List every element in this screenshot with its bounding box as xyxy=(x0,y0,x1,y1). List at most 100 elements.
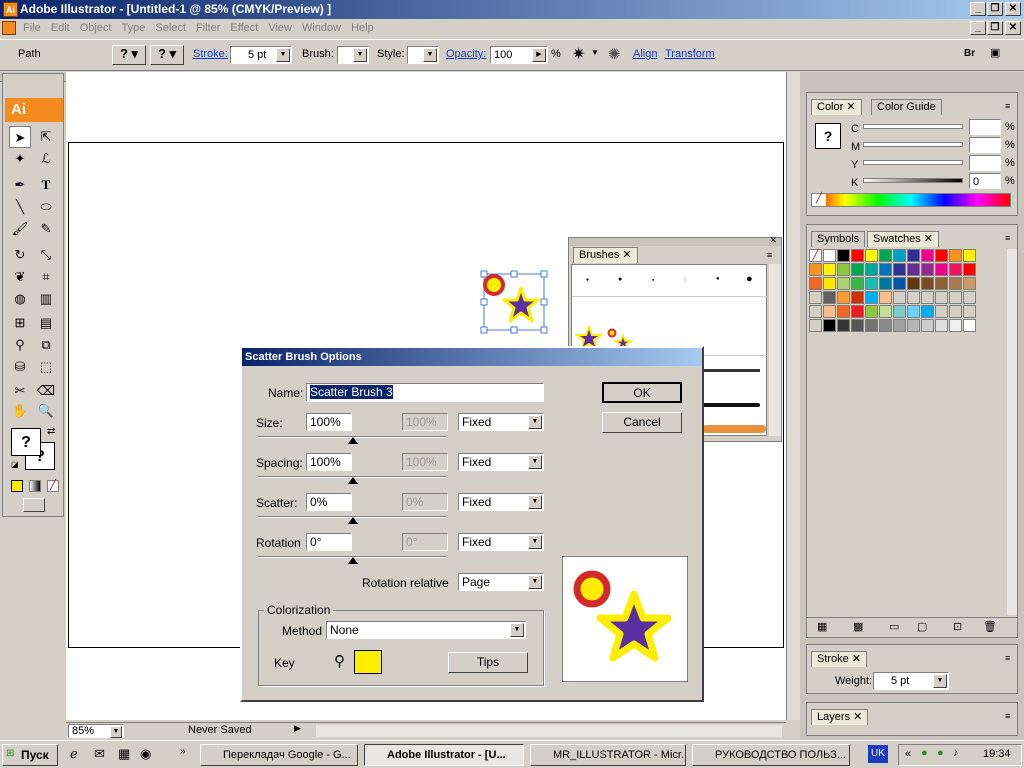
transform-link[interactable]: Transform xyxy=(665,48,715,60)
brushes-scrollbar[interactable] xyxy=(769,264,781,436)
live-paint-selection-tool-icon[interactable]: ⬚ xyxy=(35,356,57,378)
tab-stroke[interactable]: Stroke ✕ xyxy=(811,651,868,667)
swatch[interactable] xyxy=(851,291,864,304)
gradient-tool-icon[interactable]: ▤ xyxy=(35,312,57,334)
swatch[interactable] xyxy=(809,291,822,304)
free-transform-tool-icon[interactable]: ⌗ xyxy=(35,266,57,288)
swatch[interactable] xyxy=(879,249,892,262)
quicklaunch-more-icon[interactable]: » xyxy=(180,746,186,757)
spacing-field[interactable]: 100% xyxy=(306,453,352,471)
key-color-swatch[interactable] xyxy=(354,650,382,674)
scatter-mode-dropdown[interactable]: Fixed ▼ xyxy=(458,493,544,511)
brushes-panel-grip[interactable]: ✕ xyxy=(569,235,781,246)
paintbrush-tool-icon[interactable]: 🖌 xyxy=(9,218,31,240)
menu-view[interactable]: View xyxy=(263,19,297,38)
swap-fill-stroke-icon[interactable]: ⇄ xyxy=(47,426,55,437)
blend-tool-icon[interactable]: ⧉ xyxy=(35,334,57,356)
channel-k-field[interactable]: 0 xyxy=(969,173,1001,189)
swatch[interactable] xyxy=(907,249,920,262)
tray-icon-2[interactable]: ● xyxy=(937,747,944,759)
menu-type[interactable]: Type xyxy=(117,19,151,38)
menu-effect[interactable]: Effect xyxy=(225,19,263,38)
rotation-relative-dropdown[interactable]: Page ▼ xyxy=(458,573,544,591)
tab-color[interactable]: Color ✕ xyxy=(811,99,862,115)
swatch[interactable] xyxy=(837,291,850,304)
eyedropper-icon[interactable]: ⚲ xyxy=(334,652,345,670)
menu-select[interactable]: Select xyxy=(150,19,191,38)
warp-tool-icon[interactable]: ❦ xyxy=(9,266,31,288)
swatch[interactable] xyxy=(851,305,864,318)
pen-tool-icon[interactable]: ✒ xyxy=(9,174,31,196)
spacing-slider-thumb[interactable] xyxy=(348,477,358,484)
swatch[interactable] xyxy=(963,291,976,304)
swatch[interactable] xyxy=(823,291,836,304)
swatch[interactable] xyxy=(935,263,948,276)
swatch[interactable] xyxy=(879,277,892,290)
swatch-options-icon[interactable]: ▭ xyxy=(889,620,899,633)
zoom-dropdown[interactable]: 85% ▼ xyxy=(68,724,124,738)
graph-tool-icon[interactable]: ▥ xyxy=(35,288,57,310)
status-menu-icon[interactable]: ▶ xyxy=(294,723,301,734)
color-mode-icon[interactable] xyxy=(11,480,23,492)
type-tool-icon[interactable]: T xyxy=(35,174,57,196)
swatch[interactable] xyxy=(907,263,920,276)
swatches-panel-menu-icon[interactable]: ≡ xyxy=(1005,233,1010,243)
channel-m-slider[interactable] xyxy=(863,142,963,147)
task-pdf[interactable]: РУКОВОДСТВО ПОЛЬЗ... xyxy=(692,744,850,766)
swatch[interactable] xyxy=(893,249,906,262)
screen-mode-icon[interactable] xyxy=(23,498,45,512)
swatch[interactable] xyxy=(893,263,906,276)
size-mode-dropdown[interactable]: Fixed ▼ xyxy=(458,413,544,431)
close-button[interactable]: ✕ xyxy=(1005,2,1021,16)
eraser-tool-icon[interactable]: ⌫ xyxy=(35,380,57,402)
color-panel-menu-icon[interactable]: ≡ xyxy=(1005,101,1010,111)
swatch[interactable] xyxy=(809,305,822,318)
tray-icon-1[interactable]: ● xyxy=(921,747,928,759)
live-paint-bucket-tool-icon[interactable]: ⛁ xyxy=(9,356,31,378)
stroke-color-picker[interactable]: ? ▾ xyxy=(150,45,184,65)
style-dropdown[interactable]: ▼ xyxy=(407,46,439,64)
swatch[interactable] xyxy=(865,277,878,290)
cancel-button[interactable]: Cancel xyxy=(602,412,682,433)
brushes-panel-menu-icon[interactable]: ≡ xyxy=(767,250,772,260)
menu-object[interactable]: Object xyxy=(75,19,117,38)
swatch[interactable] xyxy=(963,319,976,332)
isolate-icon[interactable]: ✺ xyxy=(608,45,621,63)
swatch[interactable] xyxy=(963,305,976,318)
swatch[interactable] xyxy=(823,277,836,290)
swatch[interactable] xyxy=(949,319,962,332)
swatch[interactable] xyxy=(949,305,962,318)
brush-dropdown[interactable]: ▼ xyxy=(337,46,369,64)
swatch-libraries-icon[interactable]: ▦ xyxy=(817,620,827,633)
channel-k-slider[interactable] xyxy=(863,178,963,183)
swatch[interactable] xyxy=(865,249,878,262)
show-swatch-kinds-icon[interactable]: ▩ xyxy=(853,620,863,633)
swatch[interactable] xyxy=(879,263,892,276)
swatch[interactable] xyxy=(935,277,948,290)
quicklaunch-ie-icon[interactable]: ℯ xyxy=(70,746,78,762)
recolor-icon[interactable]: ✷ xyxy=(572,44,585,64)
zoom-tool-icon[interactable]: 🔍 xyxy=(35,400,57,422)
swatch[interactable] xyxy=(949,263,962,276)
spacing-mode-dropdown[interactable]: Fixed ▼ xyxy=(458,453,544,471)
default-colors-icon[interactable]: ◪ xyxy=(11,460,19,469)
swatch[interactable] xyxy=(893,277,906,290)
opacity-link[interactable]: Opacity: xyxy=(446,48,486,60)
doc-minimize-button[interactable]: _ xyxy=(970,21,986,35)
menu-help[interactable]: Help xyxy=(346,19,379,38)
swatch[interactable] xyxy=(823,305,836,318)
swatch[interactable] xyxy=(851,277,864,290)
restore-button[interactable]: ❐ xyxy=(987,2,1003,16)
recolor-dropdown-icon[interactable]: ▼ xyxy=(591,48,599,57)
swatch[interactable] xyxy=(837,277,850,290)
tab-swatches[interactable]: Swatches ✕ xyxy=(867,231,939,247)
swatch[interactable] xyxy=(823,249,836,262)
ellipse-tool-icon[interactable]: ⬭ xyxy=(35,196,57,218)
weight-field[interactable]: 5 pt ▼ xyxy=(873,672,949,690)
method-dropdown[interactable]: None ▼ xyxy=(326,621,526,639)
hand-tool-icon[interactable]: ✋ xyxy=(9,400,31,422)
tab-brushes[interactable]: Brushes ✕ xyxy=(573,247,638,263)
canvas-vertical-scrollbar[interactable] xyxy=(786,72,800,720)
swatch[interactable] xyxy=(865,305,878,318)
gradient-mode-icon[interactable] xyxy=(29,480,41,492)
